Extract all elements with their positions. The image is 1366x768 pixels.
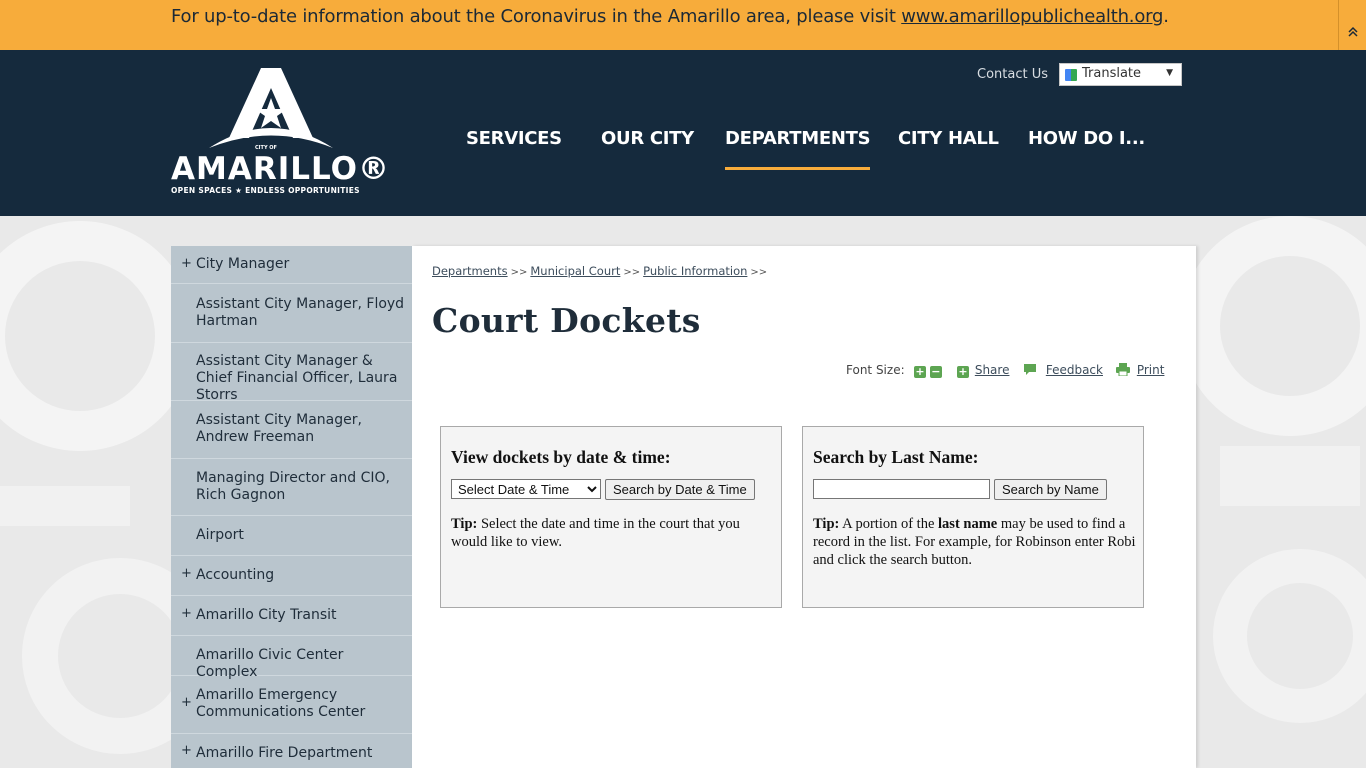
date-time-select[interactable]: Select Date & Time [451,479,601,499]
sidebar-item-fire-department[interactable]: + Amarillo Fire Department [171,734,412,768]
contact-us-link[interactable]: Contact Us [977,67,1048,82]
sidebar-item-label: Assistant City Manager, Andrew Freeman [196,412,362,445]
breadcrumb-separator: >> [510,267,528,278]
sidebar-item-laura-storrs[interactable]: Assistant City Manager & Chief Financial… [171,343,412,403]
feedback-link[interactable]: Feedback [1046,363,1103,377]
nav-city-hall[interactable]: CITY HALL [898,128,999,149]
tip-label: Tip: [813,516,840,532]
sidebar-item-city-manager[interactable]: + City Manager [171,246,412,284]
breadcrumb: Departments >> Municipal Court >> Public Inf… [432,264,770,278]
breadcrumb-municipal-court[interactable]: Municipal Court [530,264,620,278]
sidebar-item-floyd-hartman[interactable]: Assistant City Manager, Floyd Hartman [171,284,412,343]
nav-our-city[interactable]: OUR CITY [601,128,694,149]
sidebar-item-civic-center[interactable]: Amarillo Civic Center Complex [171,636,412,680]
expand-icon[interactable]: + [181,256,192,271]
nav-how-do-i[interactable]: HOW DO I... [1028,128,1145,149]
city-logo[interactable]: CITY OF AMARILLO® OPEN SPACES ★ ENDLESS … [171,68,390,196]
sidebar-nav: + City Manager Assistant City Manager, F… [171,246,412,768]
page-toolbar: Font Size: + − + Share Feedback Print [846,363,1176,379]
print-link[interactable]: Print [1137,363,1165,377]
name-search-panel: Search by Last Name: Search by Name Tip:… [802,426,1144,608]
collapse-alert-button[interactable] [1338,0,1366,50]
page-title: Court Dockets [432,301,701,340]
tip-label: Tip: [451,516,478,532]
chevron-up-icon [1347,25,1359,41]
breadcrumb-departments[interactable]: Departments [432,264,508,278]
translate-label: Translate [1082,66,1142,81]
translate-dropdown[interactable]: Translate ▼ [1059,63,1182,86]
nav-departments[interactable]: DEPARTMENTS [725,128,871,170]
last-name-input[interactable] [813,479,990,499]
alert-banner: For up-to-date information about the Cor… [0,0,1366,50]
expand-icon[interactable]: + [181,566,192,581]
breadcrumb-separator: >> [750,267,768,278]
sidebar-item-label: Assistant City Manager & Chief Financial… [196,353,398,403]
name-tip: Tip: A portion of the last name may be u… [813,515,1137,569]
feedback-button[interactable]: Feedback [1023,363,1103,377]
sidebar-item-label: Amarillo Fire Department [196,745,373,761]
print-button[interactable]: Print [1116,363,1164,377]
search-by-name-button[interactable]: Search by Name [994,479,1107,500]
alert-message: For up-to-date information about the Cor… [171,6,902,27]
expand-icon[interactable]: + [181,695,192,710]
nav-services[interactable]: SERVICES [466,128,562,149]
sidebar-item-label: Accounting [196,567,275,583]
increase-font-icon[interactable]: + [914,366,926,378]
sidebar-item-label: City Manager [196,256,290,272]
sidebar-item-label: Airport [196,527,244,543]
alert-text: For up-to-date information about the Cor… [171,6,1169,27]
date-search-heading: View dockets by date & time: [451,447,671,467]
sidebar-item-city-transit[interactable]: + Amarillo City Transit [171,596,412,636]
date-tip: Tip: Select the date and time in the cou… [451,515,775,551]
sidebar-item-rich-gagnon[interactable]: Managing Director and CIO, Rich Gagnon [171,459,412,516]
breadcrumb-separator: >> [623,267,641,278]
font-size-label: Font Size: [846,363,905,377]
alert-suffix: . [1163,6,1169,27]
share-button[interactable]: + Share [957,363,1009,378]
share-icon: + [957,365,969,378]
google-translate-icon [1065,69,1077,81]
expand-icon[interactable]: + [181,606,192,621]
sidebar-item-emergency-communications[interactable]: + Amarillo Emergency Communications Cent… [171,676,412,734]
logo-tagline: OPEN SPACES ★ ENDLESS OPPORTUNITIES [171,186,360,195]
caret-down-icon: ▼ [1166,68,1173,78]
sidebar-item-accounting[interactable]: + Accounting [171,556,412,596]
name-search-heading: Search by Last Name: [813,447,979,467]
comment-icon [1023,363,1041,377]
printer-icon [1116,363,1134,377]
decrease-font-icon[interactable]: − [929,366,942,378]
tip-text: Select the date and time in the court th… [451,516,740,550]
tip-emphasis: last name [938,516,998,532]
tip-text: A portion of the [839,516,939,532]
site-header: CITY OF AMARILLO® OPEN SPACES ★ ENDLESS … [0,50,1366,216]
logo-wordmark: AMARILLO® [171,151,390,187]
font-size-controls: + − [914,363,942,378]
sidebar-item-label: Amarillo Emergency Communications Center [196,687,366,720]
main-content: Departments >> Municipal Court >> Public Inf… [412,246,1196,768]
sidebar-item-label: Assistant City Manager, Floyd Hartman [196,296,405,329]
breadcrumb-public-information[interactable]: Public Information [643,264,747,278]
sidebar-item-label: Managing Director and CIO, Rich Gagnon [196,470,390,503]
expand-icon[interactable]: + [181,743,192,758]
sidebar-item-airport[interactable]: Airport [171,516,412,556]
date-search-panel: View dockets by date & time: Select Date… [440,426,782,608]
sidebar-item-label: Amarillo City Transit [196,607,337,623]
alert-link[interactable]: www.amarillopublichealth.org [901,6,1163,27]
search-by-date-button[interactable]: Search by Date & Time [605,479,755,500]
share-link[interactable]: Share [975,363,1010,377]
sidebar-item-andrew-freeman[interactable]: Assistant City Manager, Andrew Freeman [171,401,412,459]
